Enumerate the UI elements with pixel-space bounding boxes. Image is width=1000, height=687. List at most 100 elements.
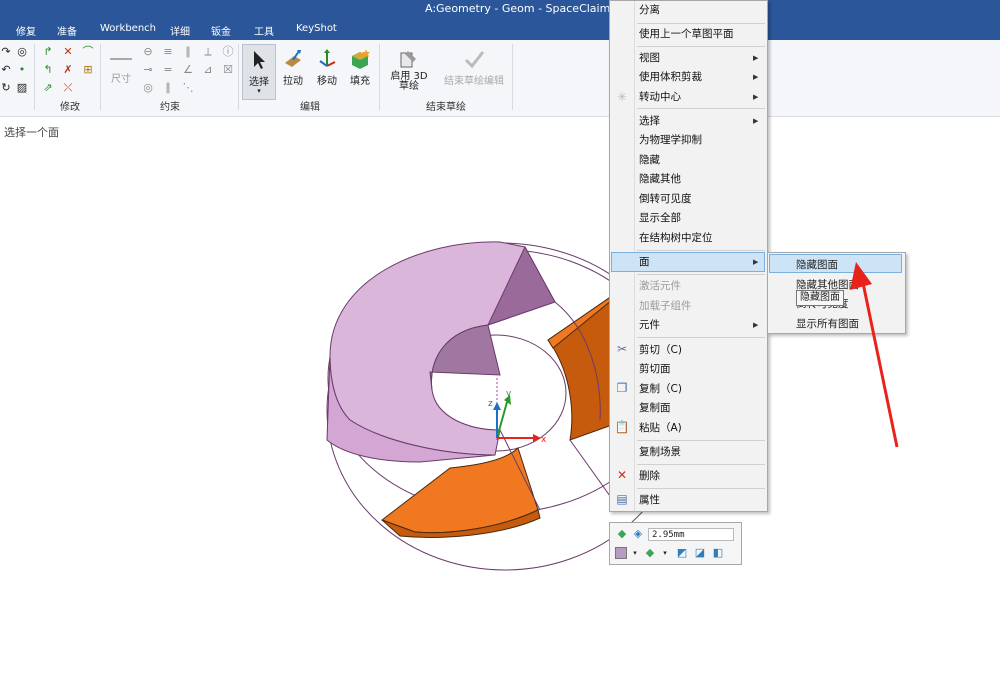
concentric-icon[interactable]: ◎ bbox=[142, 82, 154, 94]
orange-block-bottom-side[interactable] bbox=[381, 509, 541, 538]
point-icon[interactable]: • bbox=[16, 64, 28, 76]
corner-icon[interactable]: ↱ bbox=[42, 46, 54, 58]
menu-separator bbox=[637, 108, 765, 109]
fillet-icon[interactable]: ↰ bbox=[42, 64, 54, 76]
arc-3pt-icon[interactable]: ↻ bbox=[0, 82, 12, 94]
menu-item-spin-center[interactable]: 转动中心 bbox=[639, 88, 681, 106]
tab-sheet-metal[interactable]: 钣金 bbox=[211, 23, 231, 38]
enable-3d-sketch-button[interactable]: 启用 3D 草绘 bbox=[384, 44, 434, 98]
submenu-item-show-all-faces[interactable]: 显示所有图面 bbox=[796, 316, 859, 331]
menu-item-show-all[interactable]: 显示全部 bbox=[639, 209, 681, 227]
menu-separator bbox=[637, 488, 765, 489]
polygon-icon[interactable]: ▨ bbox=[16, 82, 28, 94]
arc-icon[interactable]: ↷ bbox=[0, 46, 12, 58]
circle-icon[interactable]: ◎ bbox=[16, 46, 28, 58]
menu-item-copy-scene[interactable]: 复制场景 bbox=[639, 443, 681, 461]
perpendicular-icon[interactable]: ⟂ bbox=[202, 46, 214, 58]
pull-button[interactable]: 拉动 bbox=[276, 44, 310, 98]
properties-icon: ▤ bbox=[616, 492, 628, 506]
bore-wall-face[interactable] bbox=[429, 324, 501, 391]
layer-icon[interactable]: ◆ bbox=[644, 547, 656, 559]
chevron-down-icon[interactable]: ▾ bbox=[629, 547, 641, 559]
dimension-button[interactable]: 尺寸 bbox=[104, 44, 138, 98]
tab-workbench[interactable]: Workbench bbox=[100, 23, 156, 34]
select-dropdown-icon[interactable]: ▾ bbox=[243, 88, 275, 95]
vertical-icon[interactable]: ∥ bbox=[162, 82, 174, 94]
menu-item-delete[interactable]: 删除 bbox=[639, 467, 660, 485]
submenu-item-hide-face[interactable]: 隐藏图面 bbox=[796, 257, 838, 272]
3d-sketch-icon bbox=[400, 51, 416, 68]
parallel-icon[interactable]: ≡ bbox=[162, 46, 174, 58]
menu-item-select[interactable]: 选择 bbox=[639, 112, 660, 130]
context-menu: 分离 使用上一个草图平面 视图 ▶ 使用体积剪裁 ▶ ✳ 转动中心 ▶ 选择 ▶… bbox=[609, 0, 768, 512]
end-sketch-edit-button[interactable]: 结束草绘编辑 bbox=[442, 44, 506, 98]
menu-item-copy[interactable]: 复制（C) bbox=[639, 380, 682, 398]
dimension-input[interactable]: 2.95mm bbox=[648, 528, 734, 541]
equal-icon[interactable]: = bbox=[162, 64, 174, 76]
fill-button[interactable]: 填充 bbox=[343, 44, 377, 98]
tab-keyshot[interactable]: KeyShot bbox=[296, 23, 337, 34]
menu-separator bbox=[637, 464, 765, 465]
solid-icon[interactable]: ◆ bbox=[616, 528, 628, 540]
shaded-icon[interactable]: ◪ bbox=[694, 547, 706, 559]
coincident-icon[interactable]: ⊖ bbox=[142, 46, 154, 58]
chevron-down-icon[interactable]: ▾ bbox=[659, 547, 671, 559]
title-bar: A:Geometry - Geom - SpaceClaim 修复 准备 Wor… bbox=[0, 0, 1000, 40]
mini-toolbar: ◆ ◈ 2.95mm ▾ ◆ ▾ ◩ ◪ ◧ bbox=[609, 522, 742, 565]
x-axis-label: x bbox=[541, 435, 547, 445]
menu-item-volume-clip[interactable]: 使用体积剪裁 bbox=[639, 68, 702, 86]
pink-top-face[interactable] bbox=[329, 241, 556, 456]
status-hint: 选择一个面 bbox=[4, 126, 59, 139]
delete-constraint-icon[interactable]: ☒ bbox=[222, 64, 234, 76]
color-swatch-icon[interactable] bbox=[615, 547, 627, 559]
ridge-face[interactable] bbox=[487, 245, 556, 326]
bend-icon[interactable]: ⤫ bbox=[62, 82, 74, 94]
arc-tool-icon[interactable]: ↶ bbox=[0, 64, 12, 76]
pink-side-face[interactable] bbox=[326, 355, 496, 463]
menu-item-hide[interactable]: 隐藏 bbox=[639, 151, 660, 169]
trim-icon[interactable]: ✕ bbox=[62, 46, 74, 58]
symmetric-icon[interactable]: ⋱ bbox=[182, 82, 194, 94]
tab-prepare[interactable]: 准备 bbox=[57, 23, 77, 38]
z-axis-label: z bbox=[488, 399, 493, 409]
tab-repair[interactable]: 修复 bbox=[16, 23, 36, 38]
orange-block-right-top[interactable] bbox=[547, 295, 613, 349]
delete-icon: ✕ bbox=[616, 468, 628, 482]
menu-item-detach[interactable]: 分离 bbox=[639, 1, 660, 19]
menu-item-use-previous-sketch-plane[interactable]: 使用上一个草图平面 bbox=[639, 25, 734, 43]
extend-icon[interactable]: ⇗ bbox=[42, 82, 54, 94]
view-mode-icon[interactable]: ◩ bbox=[676, 547, 688, 559]
parallel-lines-icon[interactable]: ∥ bbox=[182, 46, 194, 58]
menu-item-invert-visibility[interactable]: 倒转可见度 bbox=[639, 190, 692, 208]
menu-item-paste[interactable]: 粘贴（A) bbox=[639, 419, 682, 437]
ribbon-separator bbox=[379, 44, 380, 110]
enable-3d-sketch-label: 启用 3D 草绘 bbox=[390, 71, 428, 92]
tab-detail[interactable]: 详细 bbox=[170, 23, 190, 38]
scale-icon[interactable]: ⊞ bbox=[82, 64, 94, 76]
surface-icon[interactable]: ◈ bbox=[632, 528, 644, 540]
split-icon[interactable]: ✗ bbox=[62, 64, 74, 76]
menu-item-suppress-for-physics[interactable]: 为物理学抑制 bbox=[639, 131, 702, 149]
orange-block-right[interactable] bbox=[547, 295, 613, 441]
menu-item-hide-others[interactable]: 隐藏其他 bbox=[639, 170, 681, 188]
menu-item-cut[interactable]: 剪切（C) bbox=[639, 341, 682, 359]
menu-item-load-subcomponents[interactable]: 加载子组件 bbox=[639, 297, 692, 315]
move-button[interactable]: 移动 bbox=[310, 44, 344, 98]
orange-block-bottom[interactable] bbox=[380, 447, 539, 534]
midpoint-icon[interactable]: ⊸ bbox=[142, 64, 154, 76]
offset-curve-icon[interactable]: ⌒ bbox=[82, 46, 94, 58]
tab-tools[interactable]: 工具 bbox=[254, 23, 274, 38]
tangent-icon[interactable]: ∠ bbox=[182, 64, 194, 76]
menu-item-cut-face[interactable]: 剪切面 bbox=[639, 360, 671, 378]
angle-icon[interactable]: ⊿ bbox=[202, 64, 214, 76]
menu-item-copy-face[interactable]: 复制面 bbox=[639, 399, 671, 417]
select-button[interactable]: 选择 ▾ bbox=[242, 44, 276, 100]
menu-item-face[interactable]: 面 bbox=[639, 253, 650, 271]
menu-item-locate-in-tree[interactable]: 在结构树中定位 bbox=[639, 229, 713, 247]
menu-item-properties[interactable]: 属性 bbox=[639, 491, 660, 509]
info-icon[interactable]: ⓘ bbox=[222, 46, 234, 58]
menu-item-activate-component[interactable]: 激活元件 bbox=[639, 277, 681, 295]
wireframe-icon[interactable]: ◧ bbox=[712, 547, 724, 559]
menu-item-component[interactable]: 元件 bbox=[639, 316, 660, 334]
menu-item-view[interactable]: 视图 bbox=[639, 49, 660, 67]
